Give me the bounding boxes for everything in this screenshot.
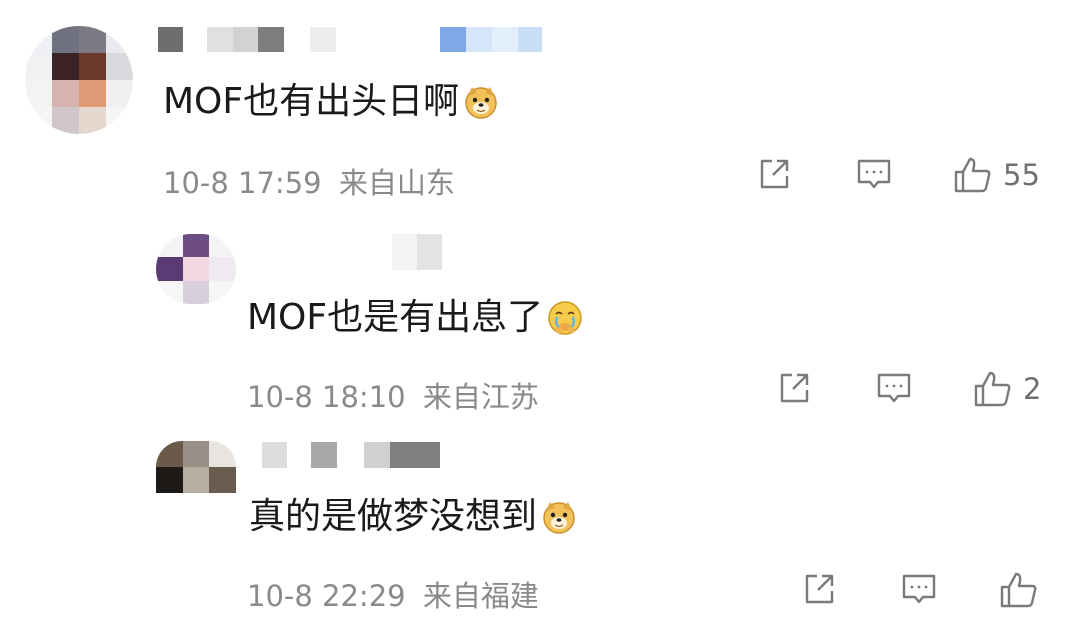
thumbs-up-icon [974,371,1011,407]
username-blurred[interactable] [158,27,542,52]
comment-item: MOF也是有出息了 10-8 18:10 来自江苏 2 [0,225,1080,425]
comment-text: MOF也是有出息了 [247,296,583,340]
comment-item: 真的是做梦没想到 10-8 22:29 来自福建 [0,425,1080,637]
username-blurred[interactable] [392,234,442,270]
reply-button[interactable] [901,571,937,607]
comment-text: 真的是做梦没想到 [249,495,577,539]
comment-icon [877,373,911,403]
doge-emoji [541,499,577,535]
comment-icon [902,574,936,604]
reply-button[interactable] [876,370,912,406]
thumbs-up-icon [1000,572,1037,608]
like-button[interactable] [999,571,1049,609]
comment-actions [0,571,1080,615]
doge-emoji [463,84,499,120]
share-button[interactable] [801,571,837,607]
avatar[interactable] [25,26,133,134]
tearful-face-emoji [547,300,583,336]
like-button[interactable]: 2 [973,370,1041,408]
comment-actions: 55 [0,156,1080,200]
avatar[interactable] [156,234,236,304]
share-button[interactable] [756,156,792,192]
comment-icon [857,159,891,189]
share-icon [780,373,809,403]
like-count: 2 [1023,372,1042,406]
thumbs-up-icon [954,157,991,193]
share-button[interactable] [776,370,812,406]
comment-item: MOF也有出头日啊 10-8 17:59 来自山东 55 [0,0,1080,225]
share-icon [760,159,789,189]
username-blurred[interactable] [262,442,440,468]
share-icon [805,574,834,604]
like-count: 55 [1003,158,1040,192]
avatar[interactable] [156,441,236,493]
reply-button[interactable] [856,156,892,192]
like-button[interactable]: 55 [953,156,1040,194]
comment-text: MOF也有出头日啊 [163,80,499,124]
comment-actions: 2 [0,370,1080,414]
